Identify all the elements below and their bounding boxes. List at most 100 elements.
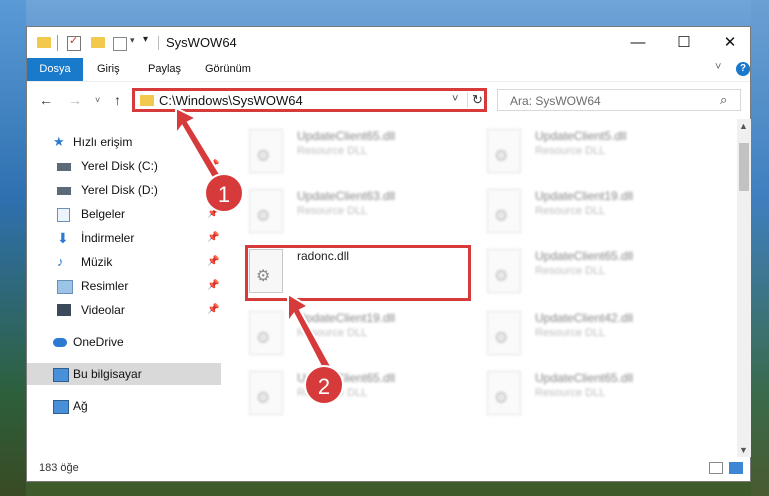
step-badge-1: 1 [204,173,244,213]
file-name: UpdateClient65.dll [297,129,396,143]
sidebar-item-music[interactable]: ♪ Müzik 📌 [27,251,221,273]
explorer-window: ▾ ▾ SysWOW64 — ☐ ✕ Dosya Giriş Paylaş Gö… [26,26,751,482]
dll-file-icon [249,189,283,233]
file-type: Resource DLL [535,145,606,157]
help-icon[interactable]: ? [736,62,750,76]
navigation-bar: ← → ˅ ↑ C:\Windows\SysWOW64 ˅ ↻ Ara: Sys… [27,81,750,120]
title-bar: ▾ ▾ SysWOW64 — ☐ ✕ [27,27,750,58]
sidebar-item-this-pc[interactable]: Bu bilgisayar [27,363,221,385]
new-folder-icon[interactable] [91,37,105,48]
file-type: Resource DLL [297,145,368,157]
network-icon [53,400,69,414]
sidebar-item-label: Müzik [81,255,113,269]
dll-file-icon [487,129,521,173]
file-tile[interactable]: UpdateClient42.dll Resource DLL [487,311,717,367]
sidebar-item-label: Videolar [81,303,125,317]
sidebar-item-label: Belgeler [81,207,126,221]
maximize-button[interactable]: ☐ [661,27,707,58]
sidebar-item-label: OneDrive [73,335,124,349]
ribbon-tabs: Dosya Giriş Paylaş Görünüm ˅ ? [27,58,750,81]
dll-file-icon [487,249,521,293]
forward-arrow-icon[interactable]: → [68,92,82,108]
sidebar-item-onedrive[interactable]: OneDrive [27,331,221,353]
view-icon[interactable] [113,37,127,51]
minimize-button[interactable]: — [615,27,661,58]
pictures-icon [57,280,73,294]
cloud-icon [53,338,67,347]
sidebar-item-label: Ağ [73,399,88,413]
close-button[interactable]: ✕ [707,27,753,58]
sidebar-item-label: Resimler [81,279,129,293]
file-type: Resource DLL [535,327,606,339]
desktop-background-left [0,0,26,496]
computer-icon [53,368,69,382]
file-type: Resource DLL [535,205,606,217]
file-name: UpdateClient65.dll [535,371,634,385]
file-type: Resource DLL [535,265,606,277]
file-tile[interactable]: UpdateClient63.dll Resource DLL [249,189,479,245]
file-tile[interactable]: UpdateClient19.dll Resource DLL [487,189,717,245]
recent-locations-icon[interactable]: ˅ [95,95,100,105]
window-title: SysWOW64 [166,35,237,50]
desktop-background-right [751,0,769,496]
sidebar-item-downloads[interactable]: ⬇ İndirmeler 📌 [27,227,221,249]
drive-icon [57,187,71,195]
sidebar-item-network[interactable]: Ağ [27,395,221,417]
scroll-down-icon[interactable]: ▼ [739,445,748,455]
search-input[interactable]: Ara: SysWOW64 ⌕ [497,89,741,111]
tab-view[interactable]: Görünüm [205,58,251,81]
sidebar-item-pictures[interactable]: Resimler 📌 [27,275,221,297]
star-icon: ★ [53,134,65,149]
customize-quick-access-icon[interactable]: ▾ [143,34,148,50]
title-separator [158,36,159,50]
tab-home[interactable]: Giriş [97,58,120,81]
file-tile[interactable]: UpdateClient65.dll Resource DLL [487,371,717,427]
file-name: UpdateClient65.dll [535,249,634,263]
pin-icon[interactable]: 📌 [207,275,219,297]
file-type: Resource DLL [297,205,368,217]
view-dropdown-icon[interactable]: ▾ [130,35,135,51]
sidebar-item-label: İndirmeler [81,231,135,245]
dll-file-icon [249,371,283,415]
dll-file-icon [487,311,521,355]
file-type: Resource DLL [535,387,606,399]
item-count: 183 öğe [39,462,79,474]
file-name: UpdateClient19.dll [535,189,634,203]
folder-icon [37,37,51,48]
download-icon: ⬇ [57,230,69,246]
file-name: UpdateClient63.dll [297,189,396,203]
details-view-icon[interactable] [709,462,723,474]
file-tile[interactable]: UpdateClient65.dll Resource DLL [487,249,717,305]
vertical-scrollbar[interactable]: ▲ ▼ [737,119,751,457]
drive-icon [57,163,71,171]
music-icon: ♪ [57,254,64,269]
video-icon [57,304,71,316]
sidebar-item-videos[interactable]: Videolar 📌 [27,299,221,321]
sidebar-item-label: Yerel Disk (C:) [81,159,158,173]
dll-file-icon [487,189,521,233]
back-arrow-icon[interactable]: ← [39,92,53,108]
quick-access-separator [57,35,58,51]
search-icon[interactable]: ⌕ [720,92,727,108]
properties-check-icon[interactable] [67,34,81,51]
file-name: UpdateClient42.dll [535,311,634,325]
sidebar-item-documents[interactable]: Belgeler 📌 [27,203,221,225]
sidebar-item-label: Bu bilgisayar [73,367,142,381]
pin-icon[interactable]: 📌 [207,299,219,321]
file-tile[interactable]: UpdateClient5.dll Resource DLL [487,129,717,185]
scrollbar-thumb[interactable] [739,143,749,191]
step-badge-2: 2 [304,365,344,405]
sidebar-item-label: Hızlı erişim [73,135,133,149]
tiles-view-icon[interactable] [729,462,743,474]
up-arrow-icon[interactable]: ↑ [114,92,121,108]
scroll-up-icon[interactable]: ▲ [739,121,748,131]
dll-file-icon [249,311,283,355]
tab-file[interactable]: Dosya [27,58,83,81]
dll-file-icon [249,129,283,173]
pin-icon[interactable]: 📌 [207,251,219,273]
tab-share[interactable]: Paylaş [148,58,181,81]
file-tile[interactable]: UpdateClient65.dll Resource DLL [249,129,479,185]
expand-ribbon-icon[interactable]: ˅ [715,61,721,73]
pin-icon[interactable]: 📌 [207,227,219,249]
search-placeholder: Ara: SysWOW64 [510,94,601,108]
